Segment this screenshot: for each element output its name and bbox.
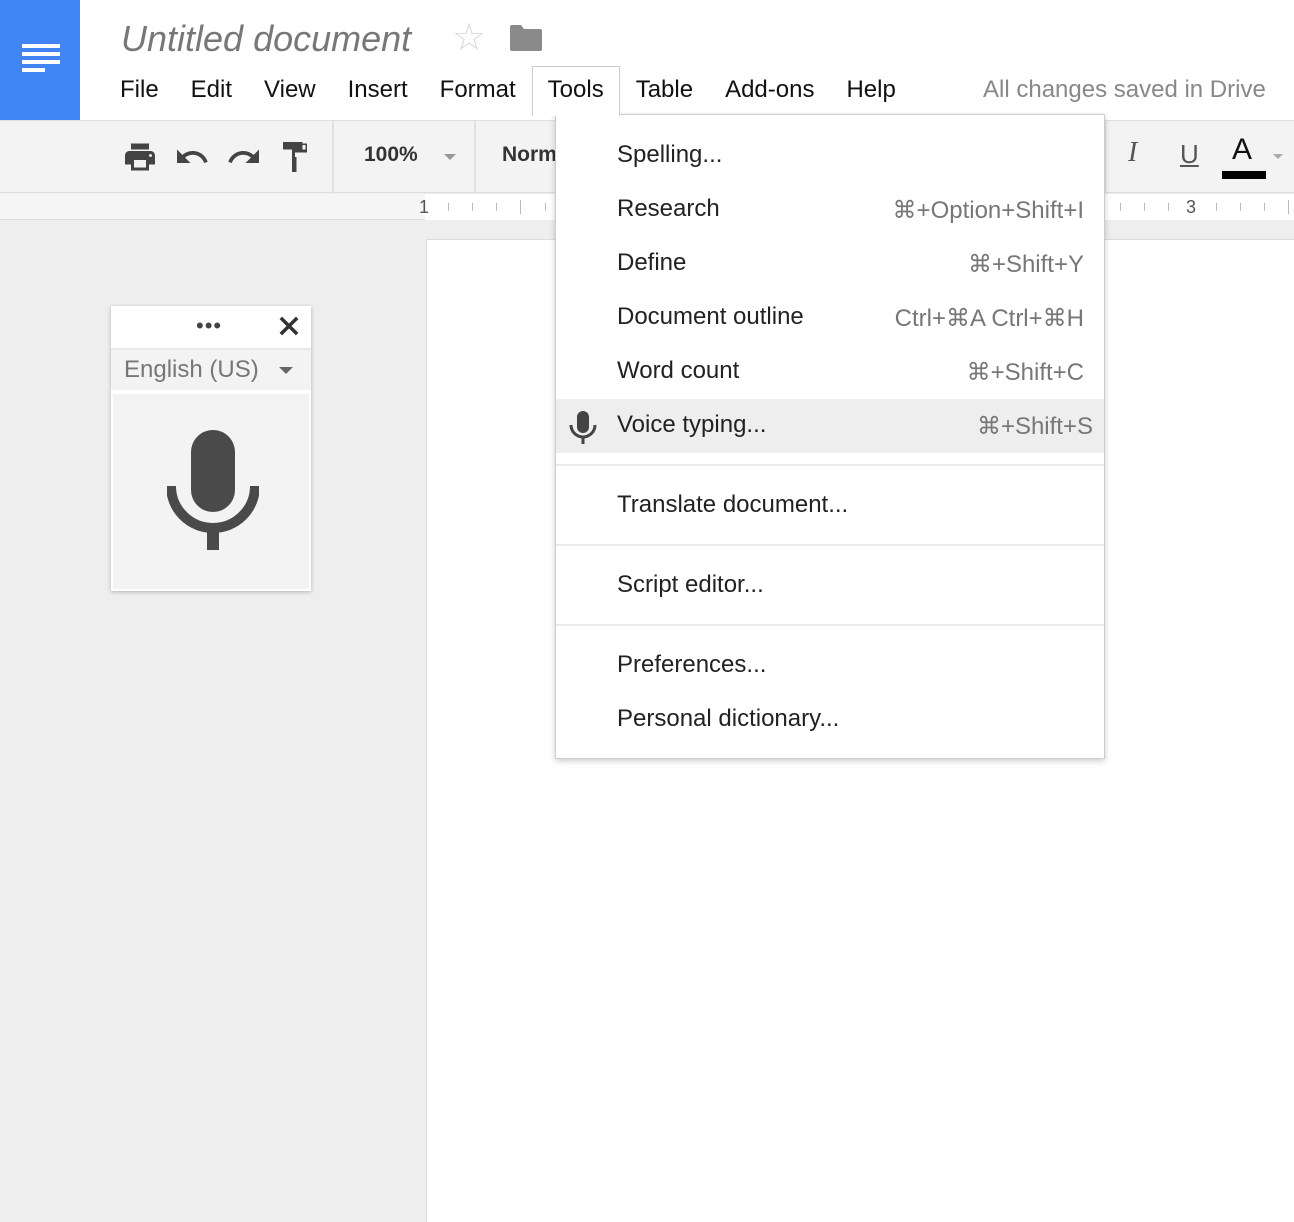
menu-item-define[interactable]: Define ⌘+Shift+Y [556, 237, 1104, 291]
menu-item-shortcut: ⌘+Shift+S [976, 413, 1093, 440]
menu-item-label: Spelling... [617, 141, 723, 168]
menu-format[interactable]: Format [424, 66, 532, 114]
folder-icon[interactable] [510, 25, 542, 51]
menu-addons[interactable]: Add-ons [709, 66, 830, 114]
ruler-tick [520, 200, 521, 214]
menu-item-label: Script editor... [617, 571, 764, 598]
microphone-icon[interactable] [167, 430, 259, 554]
menu-item-personal-dictionary[interactable]: Personal dictionary... [556, 693, 1104, 747]
redo-icon[interactable] [226, 139, 262, 175]
toolbar-separator [474, 121, 476, 193]
ruler-tick [1288, 200, 1289, 214]
menu-separator [556, 624, 1104, 626]
italic-button[interactable]: I [1128, 137, 1137, 169]
toolbar-separator [332, 121, 334, 193]
menu-item-document-outline[interactable]: Document outline Ctrl+⌘A Ctrl+⌘H [556, 291, 1104, 345]
ruler-tick [1144, 203, 1145, 211]
paint-format-icon[interactable] [280, 139, 316, 175]
menu-item-label: Research [617, 195, 720, 222]
ruler-label: 3 [1186, 197, 1197, 217]
print-icon[interactable] [122, 139, 158, 175]
menu-file[interactable]: File [104, 66, 175, 114]
docs-logo-icon[interactable] [0, 0, 80, 120]
menu-item-word-count[interactable]: Word count ⌘+Shift+C [556, 345, 1104, 399]
voice-typing-panel: ••• English (US) [111, 306, 311, 591]
menu-item-label: Voice typing... [617, 411, 767, 438]
menu-item-spelling[interactable]: Spelling... [556, 129, 1104, 183]
ruler-tick [1264, 203, 1265, 211]
ruler-tick [1216, 203, 1217, 211]
ruler-tick [545, 203, 546, 211]
ruler-label: 1 [419, 197, 430, 217]
text-color-dropdown-arrow-icon[interactable] [1273, 154, 1283, 159]
save-status[interactable]: All changes saved in Drive [983, 72, 1266, 108]
language-label: English (US) [124, 356, 259, 383]
ruler-tick [1240, 203, 1241, 211]
menu-insert[interactable]: Insert [332, 66, 424, 114]
menu-separator [556, 464, 1104, 466]
menu-view[interactable]: View [248, 66, 332, 114]
menu-item-label: Document outline [617, 303, 804, 330]
close-icon[interactable] [275, 312, 303, 340]
menu-item-label: Personal dictionary... [617, 705, 840, 732]
menu-item-shortcut: ⌘+Shift+Y [967, 251, 1084, 278]
language-select[interactable]: English (US) [111, 348, 311, 390]
text-color-swatch [1222, 171, 1266, 179]
menu-separator [556, 544, 1104, 546]
ruler-tick [448, 203, 449, 211]
menu-item-label: Word count [617, 357, 740, 384]
menu-item-label: Preferences... [617, 651, 767, 678]
menu-item-label: Define [617, 249, 687, 276]
underline-button[interactable]: U [1180, 139, 1199, 170]
menu-tools[interactable]: Tools [531, 66, 620, 116]
menu-help[interactable]: Help [830, 66, 911, 114]
text-color-button[interactable]: A [1232, 133, 1252, 167]
menu-table[interactable]: Table [620, 66, 709, 114]
menubar: File Edit View Insert Format Tools Table… [104, 66, 912, 116]
undo-icon[interactable] [174, 139, 210, 175]
menu-item-translate-document[interactable]: Translate document... [556, 479, 1104, 533]
ruler-tick [1120, 203, 1121, 211]
zoom-dropdown-arrow-icon[interactable] [444, 154, 456, 160]
menu-item-research[interactable]: Research ⌘+Option+Shift+I [556, 183, 1104, 237]
menu-item-voice-typing[interactable]: Voice typing... ⌘+Shift+S [556, 399, 1104, 453]
menu-item-shortcut: Ctrl+⌘A Ctrl+⌘H [894, 305, 1084, 332]
menu-item-shortcut: ⌘+Option+Shift+I [892, 197, 1084, 224]
document-title[interactable]: Untitled document [121, 18, 411, 60]
menu-edit[interactable]: Edit [175, 66, 248, 114]
voice-panel-header[interactable]: ••• [111, 306, 311, 348]
paragraph-style-select[interactable]: Normal text [502, 143, 556, 167]
menu-item-preferences[interactable]: Preferences... [556, 639, 1104, 693]
tools-menu: Spelling... Research ⌘+Option+Shift+I De… [555, 114, 1105, 759]
menu-item-shortcut: ⌘+Shift+C [966, 359, 1084, 386]
menu-item-label: Translate document... [617, 491, 849, 518]
zoom-select[interactable]: 100% [364, 143, 418, 167]
chevron-down-icon [279, 367, 293, 374]
microphone-icon [569, 411, 597, 444]
ruler-tick [472, 203, 473, 211]
drag-handle-icon[interactable]: ••• [196, 315, 222, 337]
mic-area [113, 394, 309, 589]
star-icon[interactable]: ☆ [452, 18, 486, 58]
ruler-tick [496, 203, 497, 211]
ruler-tick [1168, 203, 1169, 211]
menu-item-script-editor[interactable]: Script editor... [556, 559, 1104, 613]
header: Untitled document ☆ File Edit View Inser… [0, 0, 1294, 121]
